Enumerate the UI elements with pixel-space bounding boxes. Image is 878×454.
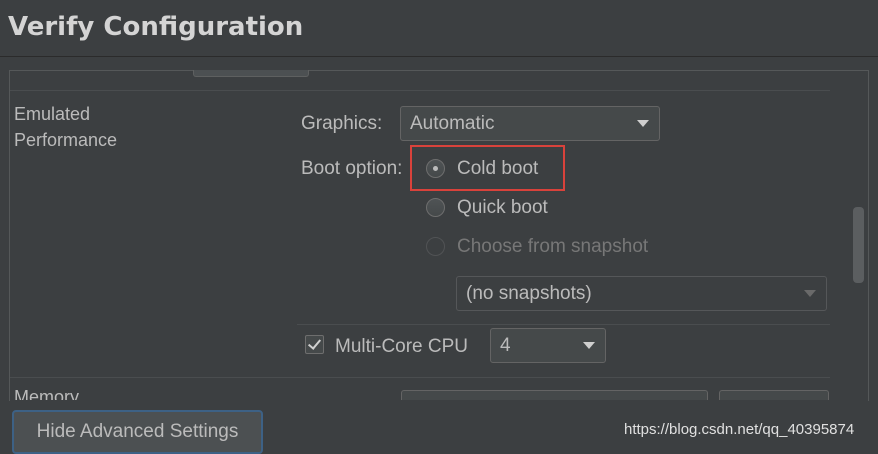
watermark-text: https://blog.csdn.net/qq_40395874 bbox=[624, 421, 855, 438]
chevron-down-icon bbox=[637, 120, 649, 127]
row-separator bbox=[297, 324, 830, 325]
header-divider bbox=[0, 56, 878, 57]
hide-advanced-settings-button[interactable]: Hide Advanced Settings bbox=[12, 410, 263, 454]
section-label-memory: Memory bbox=[14, 387, 80, 400]
radio-label-quick-boot[interactable]: Quick boot bbox=[457, 197, 548, 219]
memory-unit-dropdown[interactable] bbox=[719, 390, 829, 400]
memory-field[interactable] bbox=[401, 390, 708, 400]
section-label-line: Emulated bbox=[14, 104, 91, 124]
radio-cold-boot[interactable] bbox=[426, 159, 445, 178]
graphics-dropdown[interactable]: Automatic bbox=[400, 106, 660, 141]
snapshot-dropdown-value: (no snapshots) bbox=[466, 283, 592, 304]
boot-option-label: Boot option: bbox=[301, 158, 403, 179]
vertical-scrollbar-thumb[interactable] bbox=[853, 207, 864, 283]
previous-control-stub[interactable] bbox=[193, 70, 309, 77]
radio-label-choose-from-snapshot: Choose from snapshot bbox=[457, 236, 649, 257]
checkmark-icon bbox=[307, 336, 322, 350]
section-label-line: Performance bbox=[14, 130, 118, 150]
graphics-label: Graphics: bbox=[301, 113, 383, 134]
next-section-clip: Memory bbox=[10, 378, 866, 400]
multi-core-checkbox[interactable] bbox=[305, 335, 324, 354]
radio-quick-boot[interactable] bbox=[426, 198, 445, 217]
multi-core-label[interactable]: Multi-Core CPU bbox=[335, 336, 468, 358]
graphics-dropdown-value: Automatic bbox=[410, 113, 495, 134]
radio-selected-dot bbox=[433, 166, 438, 171]
radio-choose-from-snapshot bbox=[426, 237, 445, 256]
section-label-emulated-performance: Emulated Performance bbox=[14, 101, 117, 153]
chevron-down-icon bbox=[804, 290, 816, 297]
cpu-cores-dropdown[interactable]: 4 bbox=[490, 328, 606, 363]
chevron-down-icon bbox=[583, 342, 595, 349]
dialog-title: Verify Configuration bbox=[8, 12, 304, 42]
section-separator bbox=[10, 90, 830, 91]
radio-label-cold-boot[interactable]: Cold boot bbox=[457, 158, 538, 180]
snapshot-dropdown: (no snapshots) bbox=[456, 276, 827, 311]
cpu-cores-value: 4 bbox=[500, 335, 511, 356]
